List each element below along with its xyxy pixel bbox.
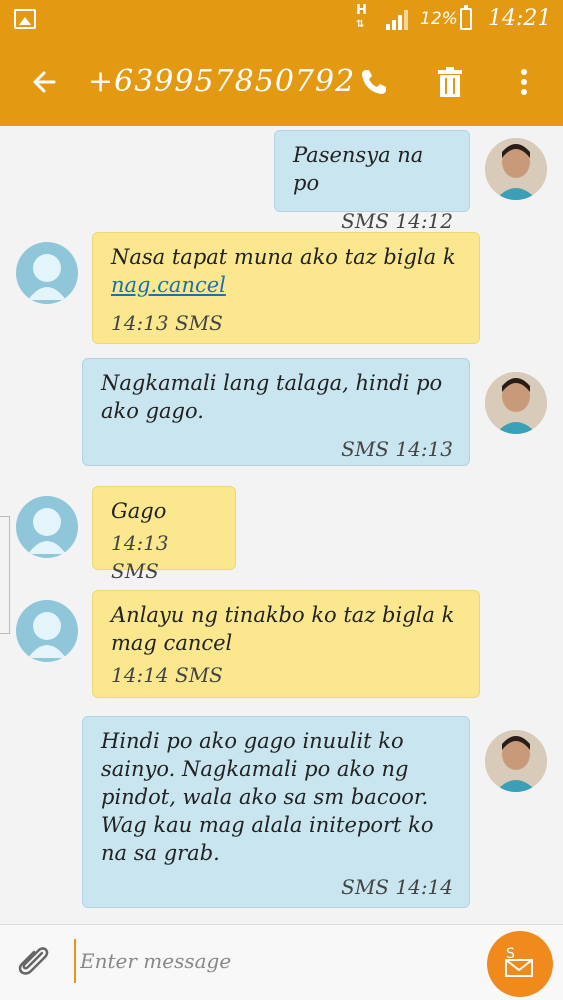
message-meta: SMS 14:13 — [341, 437, 453, 461]
message-bubble-received[interactable]: Nasa tapat muna ako taz bigla k nag.canc… — [92, 232, 480, 344]
delete-button[interactable] — [428, 60, 472, 104]
avatar-contact — [16, 242, 78, 304]
signal-icon — [386, 10, 408, 30]
status-bar: H ⇅ 12% 14:21 — [0, 0, 563, 38]
side-panel-handle[interactable] — [0, 516, 10, 634]
message-meta: 14:13 SMS — [111, 531, 169, 583]
avatar-me — [485, 138, 547, 200]
more-options-button[interactable] — [506, 60, 542, 104]
attach-button[interactable] — [14, 941, 58, 985]
message-thread[interactable]: Pasensya na po SMS 14:12 Nasa tapat muna… — [0, 126, 563, 924]
trash-icon — [438, 67, 462, 97]
compose-bar: S — [0, 924, 563, 1000]
avatar-me — [485, 372, 547, 434]
paperclip-icon — [18, 947, 49, 975]
message-bubble-sent[interactable]: Hindi po ako gago inuulit ko sainyo. Nag… — [82, 716, 470, 908]
message-text: Anlayu ng tinakbo ko taz bigla k mag can… — [111, 603, 455, 655]
message-meta: SMS 14:14 — [341, 875, 453, 899]
call-button[interactable] — [352, 60, 396, 104]
message-meta: SMS 14:12 — [341, 209, 453, 233]
send-envelope-icon: S — [505, 946, 533, 977]
gallery-notification-icon — [14, 9, 36, 29]
send-button[interactable]: S — [487, 931, 553, 997]
message-bubble-sent[interactable]: Nagkamali lang talaga, hindi po ako gago… — [82, 358, 470, 466]
conversation-header: +639957850792 — [0, 38, 563, 126]
network-type: H ⇅ — [356, 3, 367, 30]
message-text: Gago — [111, 499, 167, 523]
message-bubble-received[interactable]: Gago 14:13 SMS — [92, 486, 236, 583]
status-clock: 14:21 — [488, 6, 552, 31]
battery-percent: 12% — [420, 9, 458, 29]
avatar-contact — [16, 600, 78, 662]
back-arrow-icon — [33, 71, 56, 93]
battery-icon — [460, 5, 472, 30]
more-vert-icon — [521, 69, 527, 95]
avatar-me — [485, 730, 547, 792]
message-text: Nasa tapat muna ako taz bigla k — [111, 245, 456, 269]
back-button[interactable] — [22, 60, 66, 104]
message-meta: 14:14 SMS — [111, 663, 223, 687]
message-text: Pasensya na po — [293, 143, 424, 195]
message-bubble-sent[interactable]: Pasensya na po SMS 14:12 — [274, 130, 470, 233]
message-bubble-received[interactable]: Anlayu ng tinakbo ko taz bigla k mag can… — [92, 590, 480, 698]
avatar-contact — [16, 496, 78, 558]
message-link[interactable]: nag.cancel — [111, 273, 226, 297]
message-text: Hindi po ako gago inuulit ko sainyo. Nag… — [101, 729, 434, 865]
message-meta: 14:13 SMS — [111, 311, 223, 335]
message-text: Nagkamali lang talaga, hindi po ako gago… — [101, 371, 443, 423]
message-input[interactable] — [74, 939, 474, 983]
contact-number: +639957850792 — [88, 64, 356, 99]
phone-icon — [362, 70, 386, 94]
